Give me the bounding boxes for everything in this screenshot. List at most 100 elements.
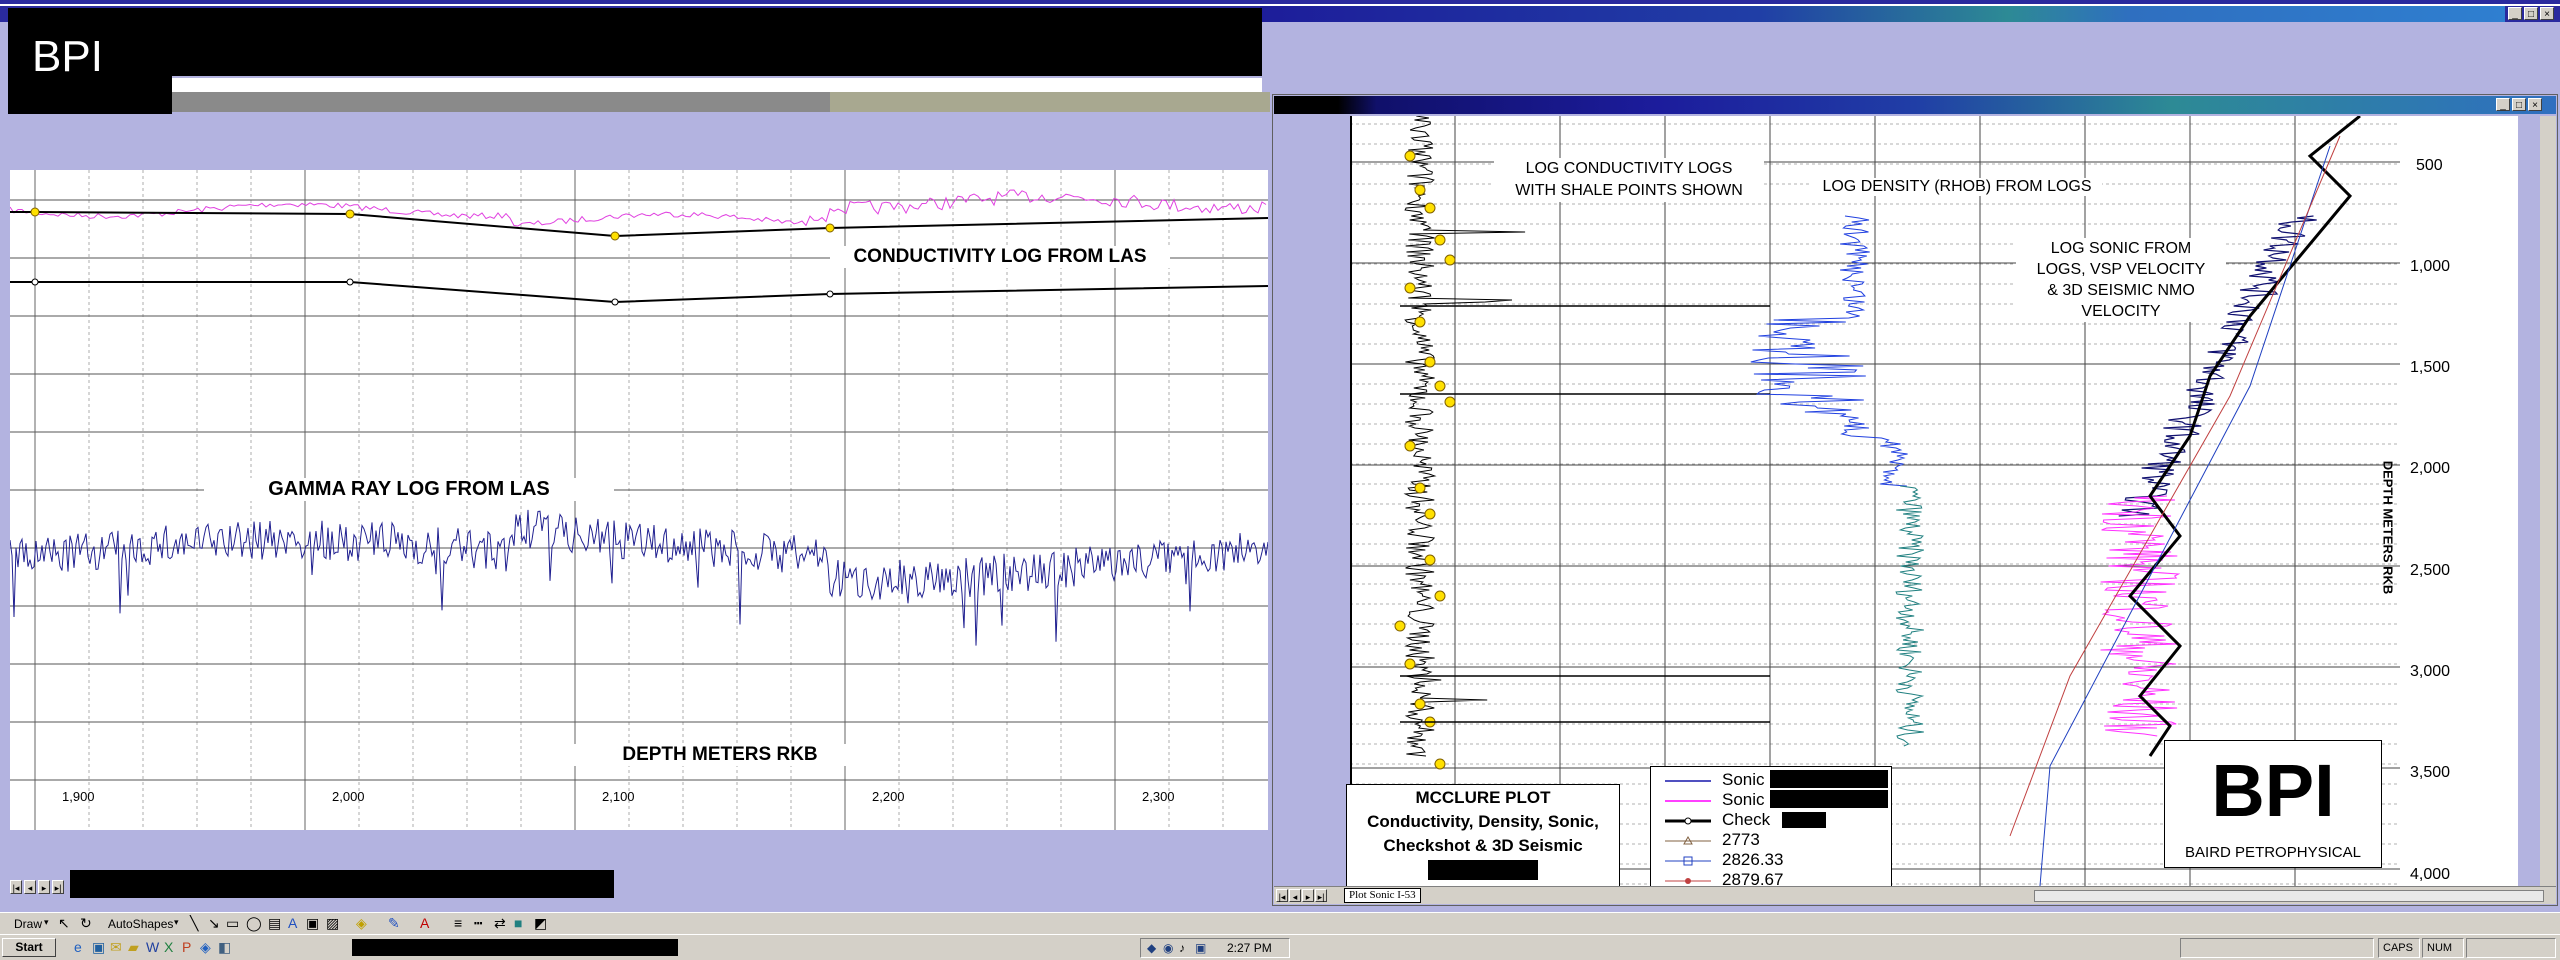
wordart-icon[interactable]: A <box>288 915 297 931</box>
tray-icon-1[interactable]: ◆ <box>1147 941 1156 955</box>
sheet-tab[interactable]: Plot Sonic I-53 <box>1344 888 1421 903</box>
x-tick-1900: 1,900 <box>62 789 95 804</box>
shale-point <box>1414 482 1426 494</box>
shale-point <box>610 231 620 241</box>
gamma-label: GAMMA RAY LOG FROM LAS <box>204 478 614 501</box>
status-panel-4 <box>2466 938 2556 958</box>
r-nav-last[interactable]: ▸| <box>1315 889 1327 902</box>
line-icon[interactable]: ╲ <box>190 915 198 932</box>
line-style-icon[interactable]: ≡ <box>454 915 462 931</box>
right-close-button[interactable]: × <box>2528 98 2542 111</box>
3d-icon[interactable]: ◩ <box>534 915 547 932</box>
mcclure-redacted <box>1428 860 1538 880</box>
conductivity-log <box>1403 115 1526 757</box>
log-conductivity-label: LOG CONDUCTIVITY LOGS WITH SHALE POINTS … <box>1494 158 1764 202</box>
quicklaunch-desktop-icon[interactable]: ▣ <box>92 939 105 956</box>
rotate-icon[interactable]: ↻ <box>80 915 92 932</box>
title-bar-gradient <box>1260 6 2505 22</box>
shale-point <box>1404 658 1416 670</box>
trend-point <box>31 278 39 286</box>
r-hscroll[interactable] <box>2034 890 2544 902</box>
right-title-bar <box>1274 96 2556 114</box>
quicklaunch-mail-icon[interactable]: ✉ <box>110 939 122 956</box>
conductivity-trend-2 <box>10 281 1269 304</box>
bpi-box-logo: BPI <box>2211 749 2335 832</box>
tray-icon-2[interactable]: ◉ <box>1163 941 1173 955</box>
tray-icon-4[interactable]: ▣ <box>1195 941 1206 955</box>
line-color-icon[interactable]: ✎ <box>388 915 400 932</box>
x-tick-2200: 2,200 <box>872 789 905 804</box>
status-num-panel: NUM <box>2422 938 2464 958</box>
x-tick-2300: 2,300 <box>1142 789 1175 804</box>
fill-color-icon[interactable]: ◈ <box>356 915 367 932</box>
quicklaunch-excel-icon[interactable]: X <box>164 939 173 955</box>
quicklaunch-ppt-icon[interactable]: P <box>182 939 191 955</box>
rectangle-icon[interactable]: ▭ <box>226 915 239 932</box>
shale-point <box>1414 316 1426 328</box>
taskbar-clock: 2:27 PM <box>1227 941 1272 955</box>
start-button[interactable]: Start <box>2 938 56 957</box>
density-log-upper <box>1750 215 1908 487</box>
conductivity-label: CONDUCTIVITY LOG FROM LAS <box>830 246 1170 268</box>
left-header-strip <box>170 78 1262 92</box>
clipart-icon[interactable]: ▣ <box>306 915 319 932</box>
draw-menu[interactable]: Draw <box>14 917 42 931</box>
y-tick-1000: 1,000 <box>2410 258 2451 275</box>
shale-point <box>1424 356 1436 368</box>
right-minimize-button[interactable]: _ <box>2496 98 2510 111</box>
tray-volume-icon[interactable]: ♪ <box>1179 941 1185 955</box>
r-nav-prev[interactable]: ◂ <box>1289 889 1301 902</box>
right-vscroll[interactable] <box>2540 116 2556 886</box>
textbox-icon[interactable]: ▤ <box>268 915 281 932</box>
drawing-toolbar: Draw ▾ ↖ ↻ AutoShapes ▾ ╲ ↘ ▭ ◯ ▤ A ▣ ▨ … <box>0 912 2560 934</box>
start-label: Start <box>15 940 43 954</box>
picture-icon[interactable]: ▨ <box>326 915 339 932</box>
status-panel-1 <box>2180 938 2374 958</box>
shale-point <box>1434 234 1446 246</box>
shadow-icon[interactable]: ■ <box>514 915 522 931</box>
conductivity-trend <box>10 211 1269 238</box>
select-pointer-icon[interactable]: ↖ <box>58 915 70 932</box>
legend-sonic-2: Sonic <box>1722 790 1765 809</box>
r-nav-first[interactable]: |◂ <box>1276 889 1288 902</box>
quicklaunch-word-icon[interactable]: W <box>146 939 159 955</box>
mcclure-line3: Checkshot & 3D Seismic <box>1383 836 1583 855</box>
arrow-style-icon[interactable]: ⇄ <box>494 915 506 932</box>
status-caps-panel: CAPS <box>2378 938 2420 958</box>
taskbar-redacted[interactable] <box>352 939 678 956</box>
tray-area: ◆ ◉ ♪ ▣ 2:27 PM <box>1140 938 1290 958</box>
font-color-icon[interactable]: A <box>420 915 429 931</box>
left-olive-strip <box>830 92 1270 112</box>
quicklaunch-folder-icon[interactable]: ▰ <box>128 939 139 956</box>
y-tick-1500: 1,500 <box>2410 359 2451 376</box>
oval-icon[interactable]: ◯ <box>246 915 262 932</box>
nav-prev[interactable]: ◂ <box>24 880 36 894</box>
status-caps: CAPS <box>2383 942 2413 954</box>
nav-first[interactable]: |◂ <box>10 880 22 894</box>
autoshapes-menu[interactable]: AutoShapes <box>108 917 173 931</box>
shale-point <box>1434 590 1446 602</box>
dash-style-icon[interactable]: ┅ <box>474 915 482 932</box>
nav-last[interactable]: ▸| <box>52 880 64 894</box>
draw-arrow: ▾ <box>44 917 49 927</box>
right-maximize-button[interactable]: □ <box>2512 98 2526 111</box>
density-log-lower <box>1895 485 1925 747</box>
quicklaunch-app2-icon[interactable]: ◧ <box>218 939 231 956</box>
legend-redact-2 <box>1770 790 1888 808</box>
r-nav-next[interactable]: ▸ <box>1302 889 1314 902</box>
nav-next[interactable]: ▸ <box>38 880 50 894</box>
y-tick-4000: 4,000 <box>2410 866 2451 883</box>
shale-point <box>1424 508 1436 520</box>
quicklaunch-app-icon[interactable]: ◈ <box>200 939 211 956</box>
close-button[interactable]: × <box>2540 7 2554 20</box>
quicklaunch-ie-icon[interactable]: e <box>74 939 82 955</box>
shale-point <box>30 207 40 217</box>
maximize-button[interactable]: □ <box>2524 7 2538 20</box>
sonic-log-lower <box>2100 495 2181 737</box>
shale-point <box>1444 254 1456 266</box>
bpi-box-caption: BAIRD PETROPHYSICAL <box>2185 844 2361 861</box>
arrow-icon[interactable]: ↘ <box>208 915 220 932</box>
minimize-button[interactable]: _ <box>2508 7 2522 20</box>
shale-point <box>1404 150 1416 162</box>
legend-282633: 2826.33 <box>1722 850 1784 869</box>
